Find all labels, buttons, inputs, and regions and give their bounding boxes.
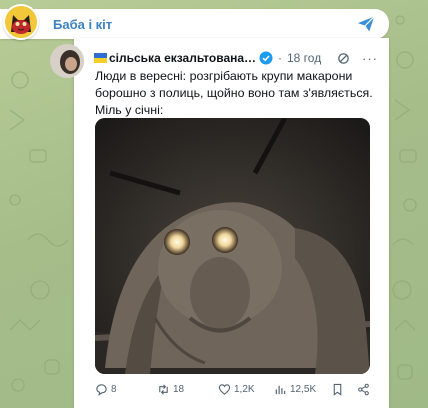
share-button[interactable] [357, 381, 373, 397]
bookmark-icon [333, 383, 342, 396]
reply-count: 8 [111, 383, 117, 395]
like-icon [218, 383, 231, 395]
ukraine-flag-icon [94, 53, 107, 63]
repost-count: 18 [173, 383, 185, 395]
channel-header[interactable]: Баба і кіт [0, 9, 389, 39]
views-count: 12,5K [290, 383, 317, 395]
channel-title[interactable]: Баба і кіт [53, 17, 112, 32]
like-count: 1,2K [234, 383, 255, 395]
views-icon [275, 385, 286, 394]
verified-badge-icon [259, 51, 273, 65]
tweet-header: сільська екзальтована жі... · 18 год ··· [94, 51, 384, 67]
author-name[interactable]: сільська екзальтована жі... [109, 51, 257, 65]
views-button[interactable]: 12,5K [274, 381, 316, 397]
separator-dot: · [278, 51, 282, 65]
author-photo [50, 44, 84, 78]
tweet-text-line: Міль у січні: [95, 103, 164, 117]
moth-image [95, 118, 370, 374]
channel-avatar-cat-icon [5, 6, 37, 38]
tweet-actions: 8 18 1,2K 12,5K [95, 381, 375, 399]
more-dots-icon[interactable]: ··· [362, 51, 378, 66]
reply-button[interactable]: 8 [95, 381, 117, 397]
like-button[interactable]: 1,2K [218, 381, 255, 397]
moth-photo[interactable] [95, 118, 370, 374]
author-avatar[interactable] [50, 44, 84, 78]
grok-icon[interactable] [337, 52, 350, 65]
repost-icon [159, 383, 168, 395]
tweet-text-line: Люди в вересні: розгрібають крупи макаро… [95, 69, 353, 83]
bookmark-button[interactable] [331, 381, 347, 397]
post-time[interactable]: 18 год [287, 51, 321, 65]
reply-icon [96, 383, 107, 396]
tweet-text: Люди в вересні: розгрібають крупи макаро… [95, 68, 375, 119]
channel-avatar[interactable] [3, 4, 39, 40]
share-forward-icon[interactable] [356, 15, 376, 33]
repost-button[interactable]: 18 [157, 381, 184, 397]
share-icon [358, 383, 369, 395]
tweet-text-line: борошно з полиць, щойно воно там з'являє… [95, 86, 373, 100]
